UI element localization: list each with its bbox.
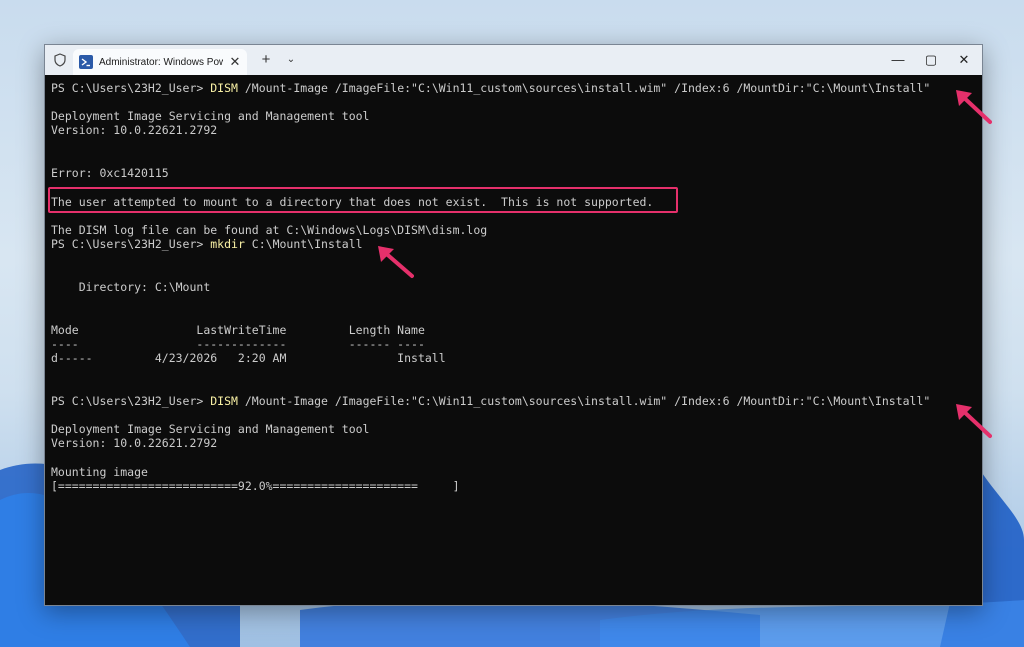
- output-line: Deployment Image Servicing and Managemen…: [51, 422, 370, 436]
- close-button[interactable]: ✕: [947, 45, 981, 75]
- shield-icon: [54, 53, 66, 67]
- powershell-icon: [79, 55, 93, 69]
- tab-dropdown-icon[interactable]: ⌄: [283, 51, 299, 69]
- output-line: Version: 10.0.22621.2792: [51, 123, 218, 137]
- command-line-2: PS C:\Users\23H2_User> mkdir C:\Mount\In…: [51, 237, 363, 251]
- output-line: Deployment Image Servicing and Managemen…: [51, 109, 370, 123]
- tab-title: Administrator: Windows PowerShell: [99, 57, 223, 68]
- maximize-button[interactable]: ▢: [914, 45, 948, 75]
- progress-line: [==========================92.0%========…: [51, 479, 460, 493]
- tab-close-icon[interactable]: ✕: [227, 53, 243, 71]
- new-tab-button[interactable]: +: [257, 51, 275, 69]
- error-code: Error: 0xc1420115: [51, 166, 169, 180]
- table-row: d----- 4/23/2026 2:20 AM Install: [51, 351, 446, 365]
- output-line: Version: 10.0.22621.2792: [51, 436, 218, 450]
- terminal-output[interactable]: PS C:\Users\23H2_User> DISM /Mount-Image…: [51, 81, 976, 601]
- output-line: The DISM log file can be found at C:\Win…: [51, 223, 488, 237]
- output-line: Directory: C:\Mount: [51, 280, 211, 294]
- annotation-arrow-icon: [956, 90, 992, 124]
- tab-powershell[interactable]: Administrator: Windows PowerShell ✕: [73, 49, 247, 75]
- table-divider: ---- ------------- ------ ----: [51, 337, 425, 351]
- table-header: Mode LastWriteTime Length Name: [51, 323, 425, 337]
- title-bar[interactable]: Administrator: Windows PowerShell ✕ + ⌄ …: [45, 45, 982, 75]
- error-highlight-box: [48, 187, 678, 213]
- command-line-1: PS C:\Users\23H2_User> DISM /Mount-Image…: [51, 81, 931, 95]
- command-line-3: PS C:\Users\23H2_User> DISM /Mount-Image…: [51, 394, 931, 408]
- annotation-arrow-icon: [378, 246, 414, 278]
- terminal-window: Administrator: Windows PowerShell ✕ + ⌄ …: [44, 44, 983, 606]
- minimize-button[interactable]: —: [881, 45, 915, 75]
- annotation-arrow-icon: [956, 404, 992, 438]
- output-line: Mounting image: [51, 465, 148, 479]
